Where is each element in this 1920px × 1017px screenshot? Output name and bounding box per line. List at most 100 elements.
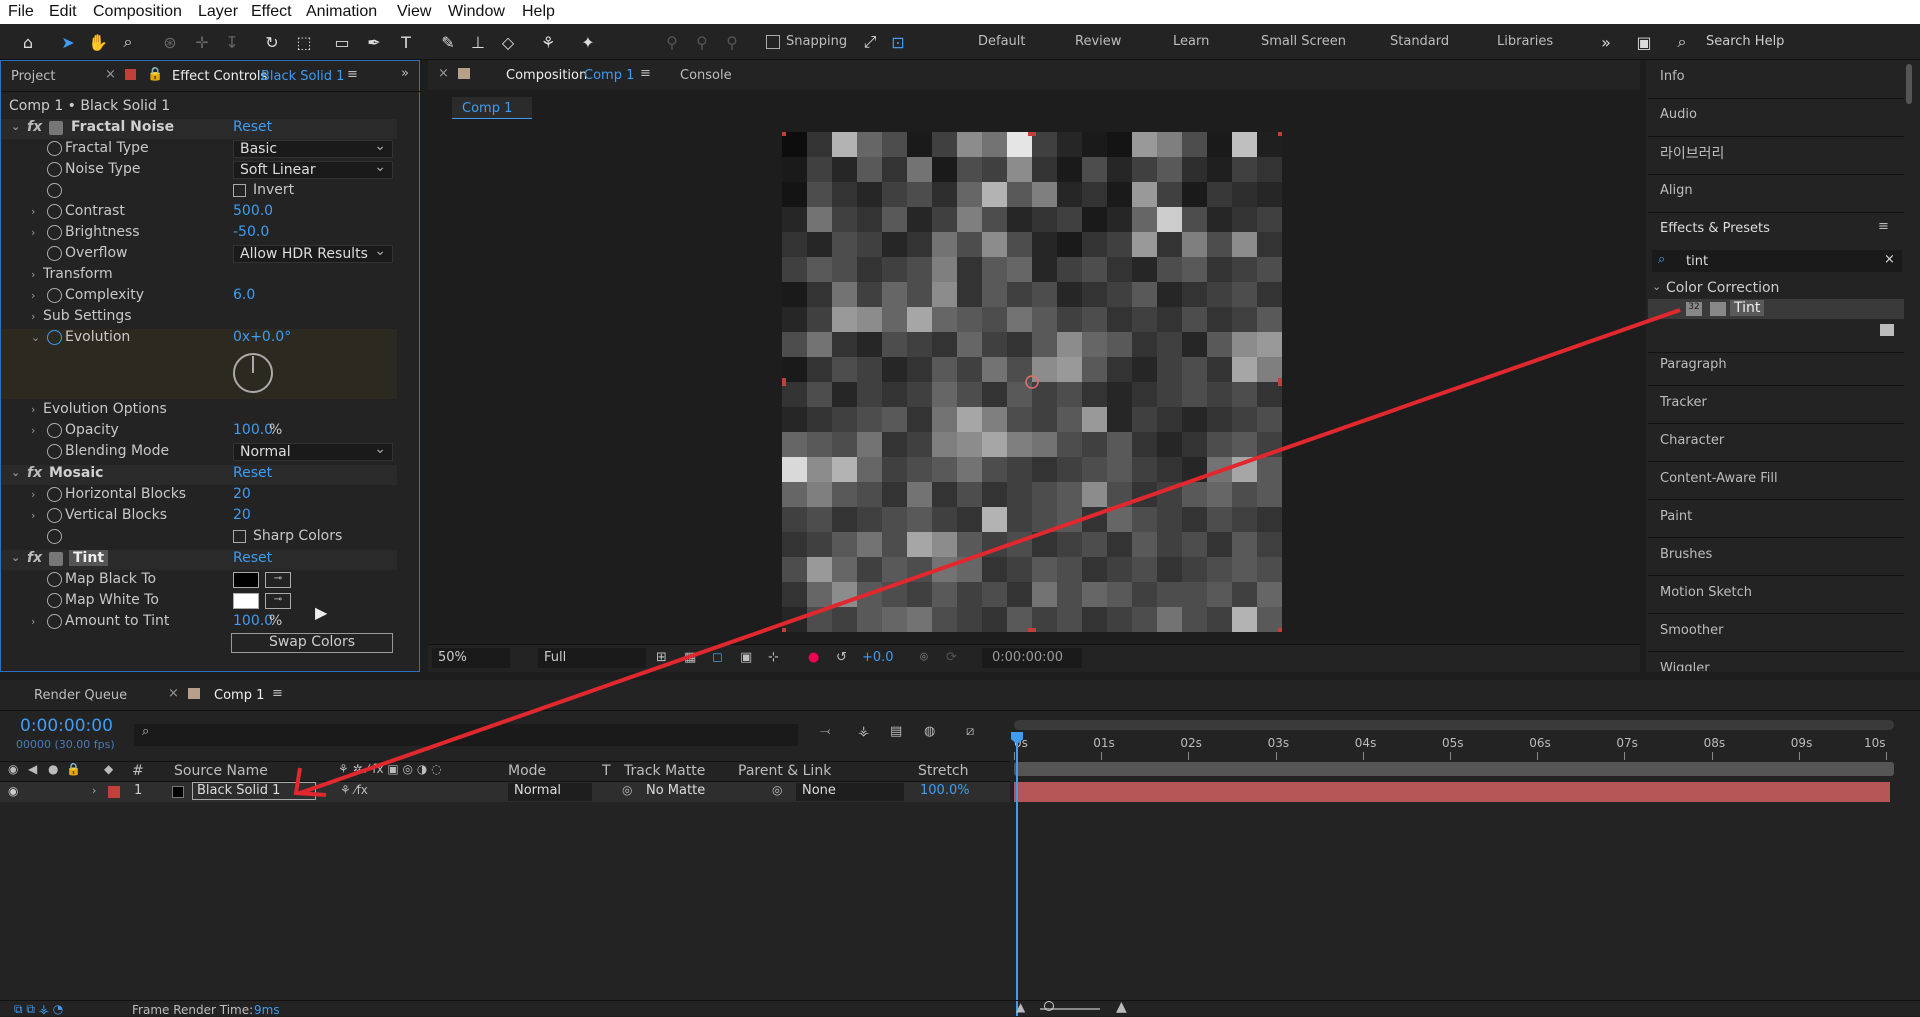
workspace-small-screen[interactable]: Small Screen (1261, 34, 1346, 49)
eraser-tool-icon[interactable]: ◇ (496, 30, 520, 54)
eye-icon[interactable]: ◉ (8, 762, 18, 776)
layer-stretch-value[interactable]: 100.0% (920, 783, 970, 798)
prop-transform[interactable]: › Transform (1, 266, 397, 286)
panel-align[interactable]: Align (1660, 183, 1693, 198)
layer-parent-dropdown[interactable]: None (796, 783, 904, 801)
work-area[interactable] (1014, 762, 1894, 776)
effect-mosaic[interactable]: ⌄ fx Mosaic Reset (1, 465, 397, 485)
stopwatch-icon[interactable] (47, 444, 62, 459)
amount-to-tint-value[interactable]: 100.0 (233, 613, 273, 629)
snap-icon[interactable]: ⤢ (858, 30, 882, 54)
clear-search-icon[interactable]: × (1884, 252, 1895, 267)
reset-button[interactable]: Reset (233, 119, 272, 135)
lock-icon[interactable]: 🔒 (147, 67, 163, 82)
workspace-toggle-icon[interactable]: ▣ (1632, 30, 1656, 54)
col-parent-link[interactable]: Parent & Link (738, 763, 831, 779)
matte-pickwhip-icon[interactable]: ◎ (622, 783, 632, 797)
exposure-reset-icon[interactable]: ↺ (836, 650, 847, 665)
label-icon[interactable]: ◆ (104, 762, 113, 776)
brush-tool-icon[interactable]: ✎ (436, 30, 460, 54)
layer-switches[interactable]: ⚘ ⁄fx (340, 783, 368, 797)
map-black-swatch[interactable] (233, 572, 259, 588)
fx-icon[interactable]: fx (27, 550, 42, 566)
menu-icon[interactable]: ≡ (272, 686, 283, 701)
zoom-out-icon[interactable]: ▲ (1016, 1000, 1025, 1014)
comp-breadcrumb-chip[interactable]: Comp 1 (462, 101, 512, 116)
stopwatch-icon[interactable] (47, 508, 62, 523)
panel-paragraph[interactable]: Paragraph (1660, 357, 1727, 372)
category-color-correction[interactable]: Color Correction (1666, 280, 1779, 296)
tab-console[interactable]: Console (680, 68, 732, 83)
fx-icon[interactable]: fx (27, 465, 42, 481)
menu-effect[interactable]: Effect (251, 3, 292, 21)
panel-paint[interactable]: Paint (1660, 509, 1692, 524)
prop-evolution-options[interactable]: › Evolution Options (1, 401, 397, 421)
mask-path-icon[interactable]: ◻ (712, 650, 723, 665)
tab-render-queue[interactable]: Render Queue (34, 688, 127, 703)
menu-icon[interactable]: ≡ (347, 67, 358, 82)
horizontal-blocks-value[interactable]: 20 (233, 486, 251, 502)
menu-file[interactable]: File (8, 3, 34, 21)
frame-blending-icon[interactable]: ◍ (924, 724, 935, 739)
eyedropper-icon[interactable]: ⊸ (265, 572, 291, 588)
anchor-tool-icon[interactable]: ⬚ (292, 30, 316, 54)
draft-3d-icon[interactable]: ⚶ (858, 724, 869, 739)
stopwatch-icon[interactable] (47, 529, 62, 544)
panel-motion-sketch[interactable]: Motion Sketch (1660, 585, 1752, 600)
panel-smoother[interactable]: Smoother (1660, 623, 1724, 638)
menu-layer[interactable]: Layer (198, 3, 238, 21)
selection-tool-icon[interactable]: ➤ (56, 30, 80, 54)
show-snapshot-icon[interactable]: ⟳ (946, 650, 957, 665)
stopwatch-icon[interactable] (47, 162, 62, 177)
timeline-timecode[interactable]: 0:00:00:00 (20, 716, 113, 736)
stopwatch-icon[interactable] (47, 593, 62, 608)
zoom-tool-icon[interactable]: ⌕ (116, 30, 140, 54)
sharp-colors-checkbox[interactable] (233, 530, 246, 543)
layer-source-name[interactable]: Black Solid 1 (192, 782, 316, 800)
transform-handle[interactable] (1028, 628, 1036, 632)
align-icon-3[interactable]: ⚲ (720, 30, 744, 54)
invert-checkbox[interactable] (233, 184, 246, 197)
menu-icon[interactable]: ≡ (640, 66, 651, 81)
menu-icon[interactable]: ≡ (1878, 219, 1889, 234)
tab-project[interactable]: Project (11, 69, 55, 84)
workspace-learn[interactable]: Learn (1173, 34, 1209, 49)
pan-tool-icon[interactable]: ✛ (190, 30, 214, 54)
graph-editor-icon[interactable]: ⧄ (966, 724, 974, 739)
effect-result-tint[interactable]: Tint (1730, 300, 1765, 316)
eyedropper-icon[interactable]: ⊸ (265, 593, 291, 609)
menu-window[interactable]: Window (448, 3, 505, 21)
brightness-value[interactable]: -50.0 (233, 224, 269, 240)
col-source-name[interactable]: Source Name (174, 763, 268, 779)
lock-icon[interactable]: 🔒 (66, 762, 81, 776)
audio-icon[interactable]: ◀ (28, 762, 37, 776)
tab-comp-1[interactable]: Comp 1 (214, 688, 264, 703)
layer-eye-icon[interactable]: ◉ (8, 784, 18, 798)
rectangle-tool-icon[interactable]: ▭ (330, 30, 354, 54)
overflow-dropdown[interactable]: Allow HDR Results (233, 243, 393, 263)
panel-audio[interactable]: Audio (1660, 107, 1697, 122)
col-track-matte[interactable]: Track Matte (624, 763, 705, 779)
stopwatch-icon[interactable] (47, 204, 62, 219)
transform-handle[interactable] (1028, 132, 1036, 136)
chevron-right-icon[interactable]: » (1594, 30, 1618, 54)
status-icons[interactable]: ⧉ ⧉ ⚶ ◔ (14, 1002, 63, 1017)
guides-icon[interactable]: ▣ (740, 650, 752, 665)
region-of-interest-icon[interactable]: ⊞ (656, 650, 667, 665)
tab-composition[interactable]: Composition (506, 68, 587, 83)
menu-view[interactable]: View (397, 3, 431, 21)
stopwatch-icon[interactable] (47, 423, 62, 438)
transform-handle[interactable] (1278, 132, 1282, 136)
col-mode[interactable]: Mode (508, 763, 546, 779)
menu-animation[interactable]: Animation (306, 3, 377, 21)
panel-effects-presets[interactable]: Effects & Presets (1660, 221, 1770, 236)
work-area-bar[interactable] (1014, 720, 1894, 730)
comp-timecode[interactable]: 0:00:00:00 (982, 648, 1082, 668)
roto-brush-icon[interactable]: ⚘ (536, 30, 560, 54)
menu-help[interactable]: Help (522, 3, 555, 21)
blending-mode-dropdown[interactable]: Normal (233, 441, 393, 461)
evolution-value[interactable]: 0x+0.0° (233, 329, 291, 345)
snap-target-icon[interactable]: ⊡ (886, 30, 910, 54)
evolution-dial[interactable] (233, 353, 273, 393)
timeline-search-field[interactable] (134, 724, 798, 746)
